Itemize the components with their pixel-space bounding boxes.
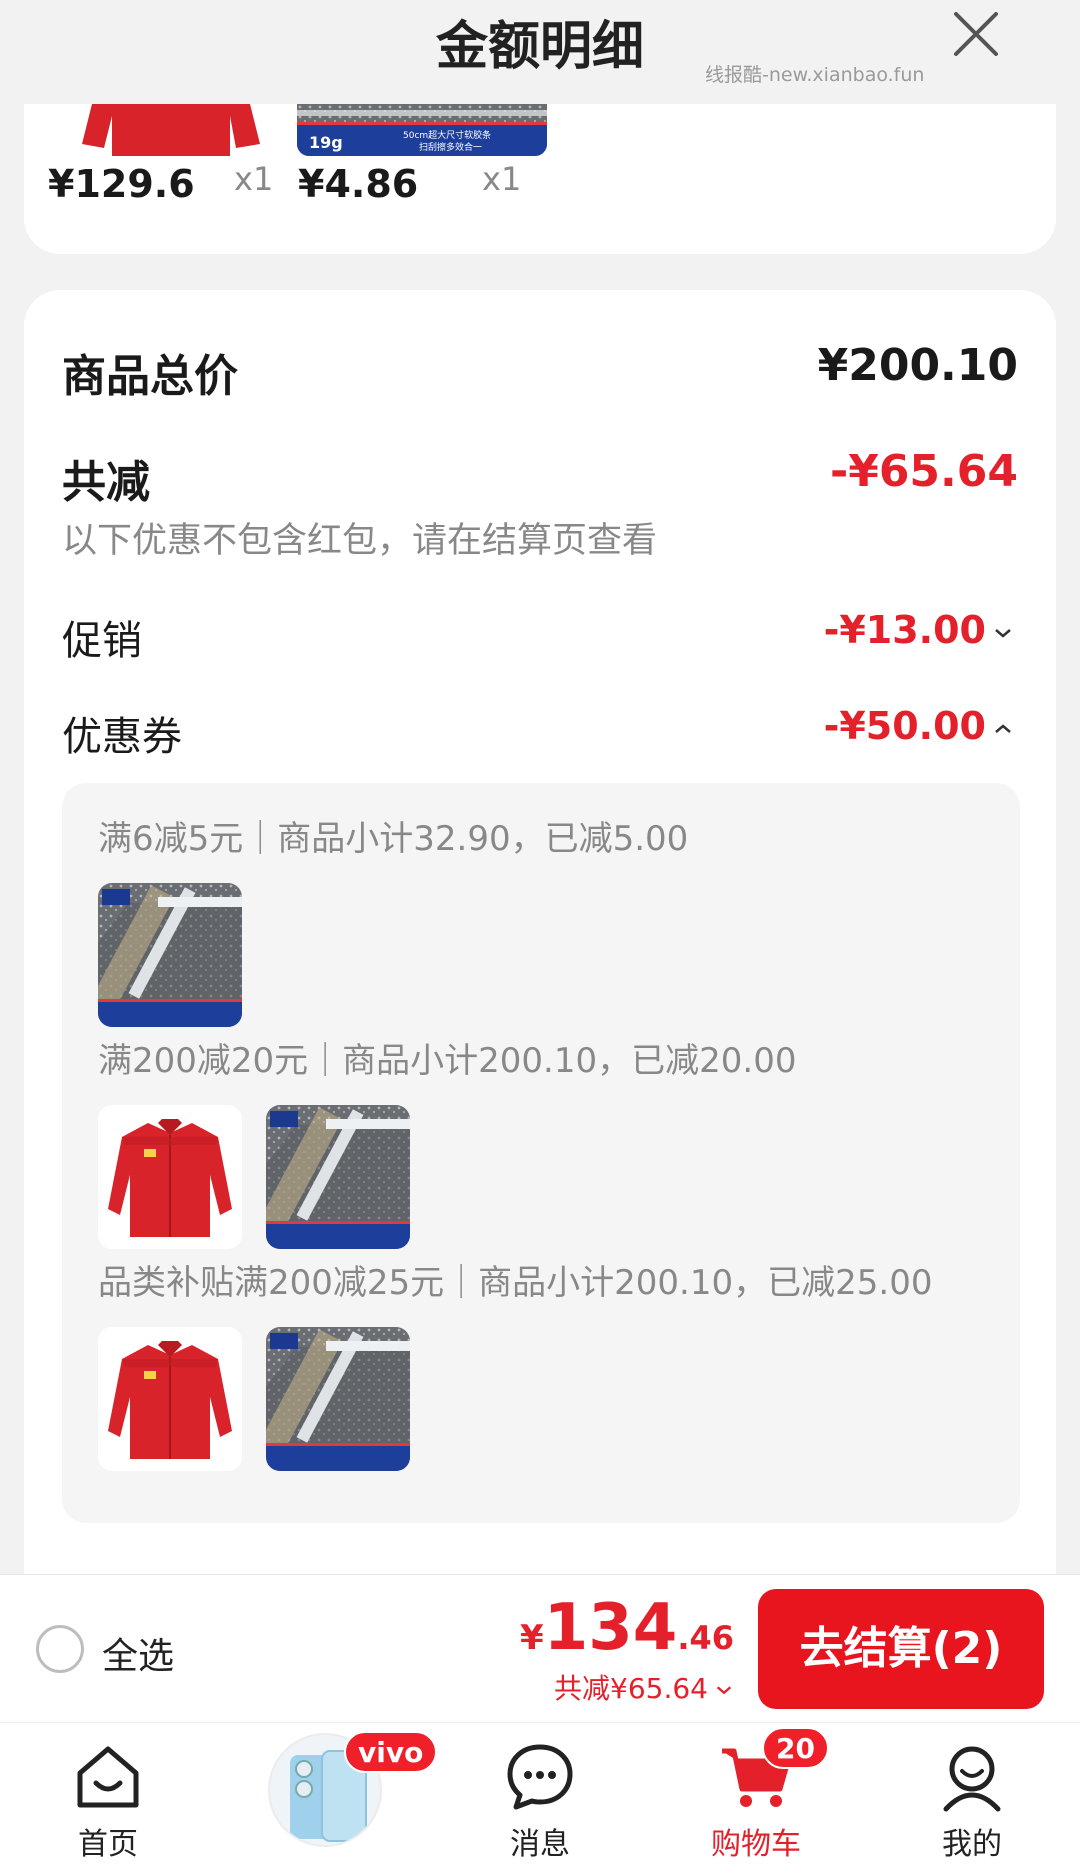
coupon-item-mop[interactable] [266,1327,410,1471]
home-icon [77,1746,139,1808]
checkout-bar: 全选 ¥134.46 共减¥65.64 去结算(2) [0,1574,1080,1722]
svg-text:19g: 19g [309,133,343,152]
coupon-item-jacket[interactable] [98,1105,242,1249]
total-price-label: 商品总价 [62,351,238,402]
promo-label: 促销 [62,618,142,664]
nav-home[interactable]: 首页 [0,1723,216,1874]
product-price: ¥4.86 [298,162,419,206]
product-thumbnail-jacket[interactable] [60,104,272,156]
total-price-value: ¥200.10 [817,340,1018,391]
message-icon [507,1744,573,1810]
coupon-item-jacket[interactable] [98,1327,242,1471]
product-thumbnail-mop[interactable]: 19g 50cm超大尺寸软胶条 扫刮擦多效合一 [297,104,547,156]
chevron-down-icon [995,628,1011,638]
close-icon[interactable] [948,6,1004,62]
coupon-rule: 满200减20元｜商品小计200.10，已减20.00 [98,1041,797,1081]
product-price: ¥129.6 [48,162,195,206]
promo-row[interactable]: -¥13.00 [824,608,1014,652]
select-all-radio[interactable] [36,1625,84,1673]
profile-icon [943,1746,1001,1812]
nav-promo[interactable]: vivo [216,1723,438,1874]
svg-text:50cm超大尺寸软胶条: 50cm超大尺寸软胶条 [403,129,491,141]
coupon-item-mop[interactable] [266,1105,410,1249]
cart-count-badge: 20 [762,1727,829,1769]
watermark: 线报酷-new.xianbao.fun [705,64,925,86]
nav-home-label: 首页 [78,1827,138,1862]
coupon-value: -¥50.00 [823,704,986,748]
reduce-label: 共减 [62,457,150,508]
discount-note: 以下优惠不包含红包，请在结算页查看 [62,521,658,561]
chevron-down-icon [716,1686,732,1695]
total-amount: ¥134.46 [520,1591,734,1665]
reduce-value: -¥65.64 [829,446,1018,497]
coupon-label: 优惠券 [62,714,182,760]
product-list-card: 19g 50cm超大尺寸软胶条 扫刮擦多效合一 ¥129.6 x1 ¥4.86 … [24,104,1056,254]
nav-messages-label: 消息 [510,1827,570,1862]
product-qty: x1 [234,160,274,198]
reduce-total-text: 共减¥65.64 [554,1672,708,1705]
nav-profile-label: 我的 [942,1827,1002,1862]
coupon-rule: 满6减5元｜商品小计32.90，已减5.00 [98,819,689,859]
coupon-item-mop[interactable] [98,883,242,1027]
nav-messages[interactable]: 消息 [432,1723,648,1874]
chevron-up-icon [995,723,1011,733]
price-summary-card: 商品总价 ¥200.10 共减 -¥65.64 以下优惠不包含红包，请在结算页查… [24,290,1056,1580]
nav-cart[interactable]: 20 购物车 [648,1723,864,1874]
product-qty: x1 [482,160,522,198]
checkout-button[interactable]: 去结算(2) [758,1589,1044,1709]
select-all-label[interactable]: 全选 [102,1627,174,1679]
nav-profile[interactable]: 我的 [864,1723,1080,1874]
modal-header: 金额明细 线报酷-new.xianbao.fun [0,0,1080,104]
coupon-row[interactable]: -¥50.00 [824,704,1014,748]
coupon-rule: 品类补贴满200减25元｜商品小计200.10，已减25.00 [98,1263,933,1303]
reduce-total-toggle[interactable]: 共减¥65.64 [554,1667,734,1707]
promo-value: -¥13.00 [823,608,986,652]
svg-text:扫刮擦多效合一: 扫刮擦多效合一 [419,141,482,153]
vivo-badge: vivo [344,1731,438,1773]
bottom-nav: 首页 vivo 消息 20 购物车 我的 [0,1722,1080,1874]
nav-cart-label: 购物车 [711,1827,801,1862]
coupon-detail-panel: 满6减5元｜商品小计32.90，已减5.00 满200减20元｜商品小计200.… [62,783,1020,1523]
